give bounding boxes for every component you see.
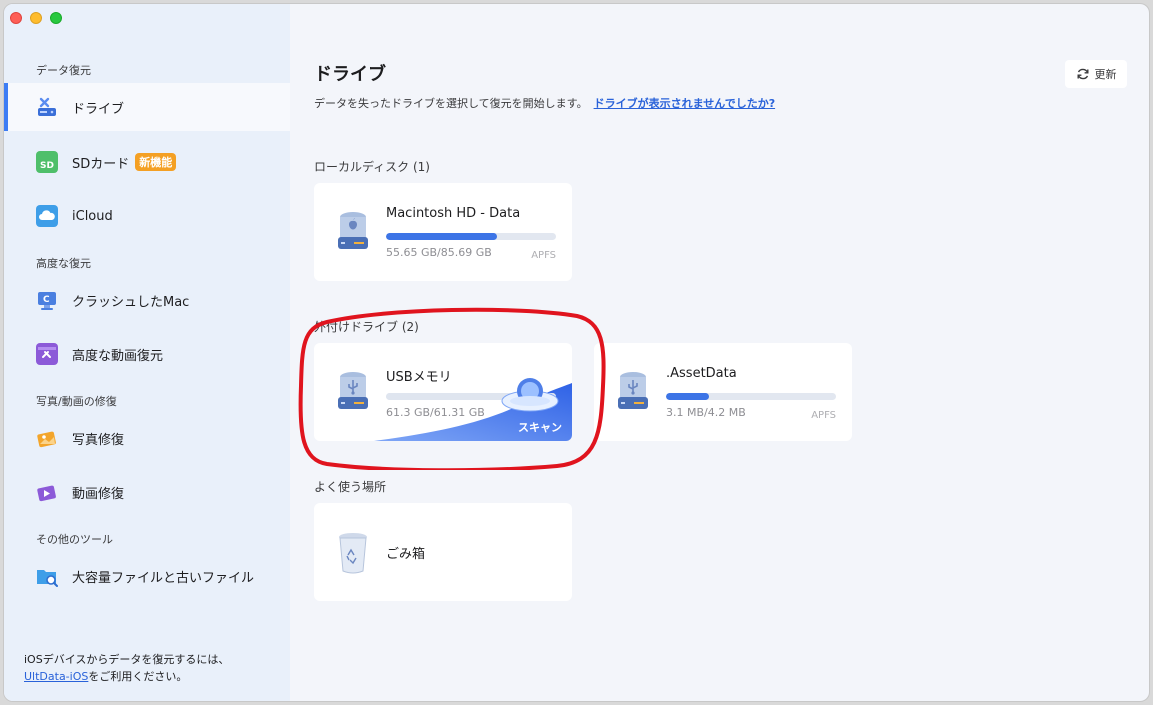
usb-drive-icon [336, 369, 370, 417]
refresh-button[interactable]: 更新 [1065, 60, 1127, 88]
subtitle-text: データを失ったドライブを選択して復元を開始します。 [314, 97, 588, 110]
sidebar-item-video-recovery[interactable]: 高度な動画復元 [4, 330, 290, 378]
zoom-button[interactable] [50, 12, 62, 24]
drive-size: 61.3 GB/61.31 GB [386, 406, 485, 419]
large-files-icon [36, 565, 58, 587]
sidebar-item-crashed-mac[interactable]: C クラッシュしたMac [4, 276, 290, 324]
app-window: データ復元 ドライブ SD SDカード 新機能 iCloud 高度な復元 C ク… [3, 3, 1150, 702]
sidebar: データ復元 ドライブ SD SDカード 新機能 iCloud 高度な復元 C ク… [4, 4, 290, 701]
drive-card-asset-data[interactable]: .AssetData 3.1 MB/4.2 MB APFS [594, 343, 852, 441]
sidebar-item-label: 大容量ファイルと古いファイル [72, 570, 255, 586]
section-label-other-tools: その他のツール [36, 533, 113, 546]
usage-bar-fill [386, 233, 497, 240]
drive-card-trash[interactable]: ごみ箱 [314, 503, 572, 601]
drive-name: Macintosh HD - Data [386, 206, 521, 221]
scan-ufo-icon [501, 378, 559, 412]
usb-drive-icon [616, 369, 650, 417]
section-label-data-recovery: データ復元 [36, 64, 91, 77]
promo-line-2: をご利用ください。 [88, 670, 188, 683]
location-name: ごみ箱 [386, 547, 426, 562]
close-button[interactable] [10, 12, 22, 24]
section-label-repair: 写真/動画の修復 [36, 395, 117, 408]
sidebar-item-label: 高度な動画復元 [72, 348, 164, 364]
drive-card-macintosh-hd[interactable]: Macintosh HD - Data 55.65 GB/85.69 GB AP… [314, 183, 572, 281]
sd-card-icon: SD [36, 151, 58, 173]
svg-text:SD: SD [40, 161, 54, 171]
sidebar-item-label: ドライブ [72, 101, 125, 117]
sidebar-item-video-repair[interactable]: 動画修復 [4, 468, 290, 516]
page-subtitle: データを失ったドライブを選択して復元を開始します。 ドライブが表示されませんでした… [314, 95, 775, 111]
drive-tools-icon [36, 96, 58, 118]
window-controls [10, 12, 62, 24]
video-repair-icon [36, 481, 58, 503]
sidebar-item-label: クラッシュしたMac [72, 294, 190, 310]
usage-bar [666, 393, 836, 400]
usage-bar-fill [666, 393, 709, 400]
crashed-mac-icon: C [36, 289, 58, 311]
scan-button[interactable]: スキャン [518, 419, 562, 435]
sidebar-item-label: 動画修復 [72, 486, 125, 502]
page-title: ドライブ [314, 64, 386, 85]
drive-card-usb-memory[interactable]: USBメモリ 61.3 GB/61.31 GB スキャン [314, 343, 572, 441]
usage-bar [386, 233, 556, 240]
group-label-favorites: よく使う場所 [314, 480, 387, 494]
photo-repair-icon [36, 427, 58, 449]
internal-drive-icon [336, 209, 370, 257]
trash-icon [336, 531, 370, 579]
drive-name: USBメモリ [386, 370, 452, 385]
icloud-icon [36, 205, 58, 227]
minimize-button[interactable] [30, 12, 42, 24]
file-system-label: APFS [811, 410, 836, 421]
sidebar-item-photo-repair[interactable]: 写真修復 [4, 414, 290, 462]
promo-line-1: iOSデバイスからデータを復元するには、 [24, 653, 230, 666]
ios-promo-text: iOSデバイスからデータを復元するには、 UltData-iOSをご利用ください… [24, 651, 229, 685]
refresh-label: 更新 [1094, 68, 1117, 81]
sidebar-item-label: SDカード [72, 156, 130, 172]
group-label-external: 外付けドライブ (2) [314, 320, 419, 334]
file-system-label: APFS [531, 250, 556, 261]
drive-name: .AssetData [666, 366, 737, 381]
sidebar-item-icloud[interactable]: iCloud [4, 192, 290, 240]
drive-size: 3.1 MB/4.2 MB [666, 406, 746, 419]
sidebar-item-sd-card[interactable]: SD SDカード 新機能 [4, 138, 290, 186]
drive-size: 55.65 GB/85.69 GB [386, 246, 492, 259]
main-panel: ドライブ データを失ったドライブを選択して復元を開始します。 ドライブが表示されま… [290, 4, 1149, 701]
svg-text:C: C [43, 295, 50, 305]
refresh-icon [1077, 68, 1088, 80]
video-recovery-icon [36, 343, 58, 365]
sidebar-item-drive[interactable]: ドライブ [4, 83, 290, 131]
sidebar-item-large-files[interactable]: 大容量ファイルと古いファイル [4, 552, 290, 600]
sidebar-item-label: iCloud [72, 208, 113, 224]
ultdata-ios-link[interactable]: UltData-iOS [24, 670, 88, 683]
sidebar-item-label: 写真修復 [72, 432, 125, 448]
group-label-local: ローカルディスク (1) [314, 160, 430, 174]
section-label-advanced: 高度な復元 [36, 257, 91, 270]
new-feature-badge: 新機能 [135, 153, 177, 171]
drive-not-shown-link[interactable]: ドライブが表示されませんでしたか? [594, 97, 776, 110]
